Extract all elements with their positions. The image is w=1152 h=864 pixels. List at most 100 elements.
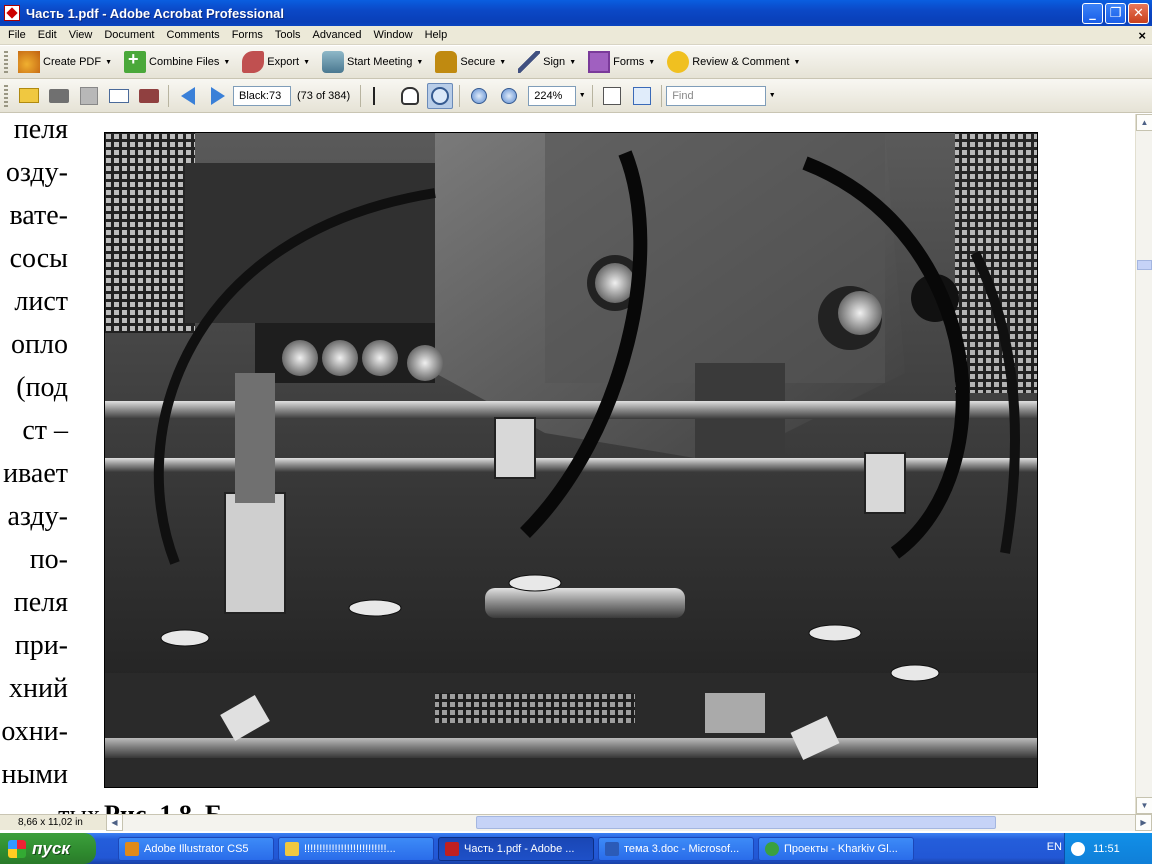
folder-icon [19, 88, 39, 103]
zoom-out-icon [471, 87, 488, 104]
zoom-out-button[interactable] [466, 83, 492, 109]
sign-button[interactable]: Sign ▼ [514, 49, 580, 75]
export-button[interactable]: Export ▼ [238, 49, 314, 75]
text-line: вате- [9, 200, 68, 231]
save-button[interactable] [76, 83, 102, 109]
next-view-button[interactable] [205, 83, 231, 109]
restore-icon: ❐ [1109, 6, 1122, 21]
menu-comments[interactable]: Comments [161, 26, 226, 45]
menu-document[interactable]: Document [98, 26, 160, 45]
page-text-column: пеля озду- вате- сосы лист опло (под ст … [0, 114, 80, 814]
scroll-right-icon[interactable]: ▶ [1135, 814, 1152, 831]
chevron-down-icon: ▼ [569, 58, 577, 66]
acrobat-window: Часть 1.pdf - Adobe Acrobat Professional… [0, 0, 1152, 864]
horizontal-scrollbar[interactable]: ◀ ▶ [106, 814, 1152, 831]
task-chrome[interactable]: Проекты - Kharkiv Gl... [758, 836, 914, 861]
text-line: лист [14, 286, 68, 317]
menu-file[interactable]: File [2, 26, 32, 45]
fit-page-button[interactable] [629, 83, 655, 109]
page-number-field[interactable]: Black:73 [233, 85, 291, 106]
folder-icon [285, 841, 299, 856]
zoom-level-field[interactable]: 224% [528, 85, 577, 106]
task-illustrator[interactable]: Adobe Illustrator CS5 [118, 836, 274, 861]
print-button[interactable] [46, 83, 72, 109]
menu-tools[interactable]: Tools [269, 26, 307, 45]
toolbar-separator [360, 84, 362, 107]
restore-button[interactable]: ❐ [1105, 3, 1126, 24]
start-button[interactable]: пуск [0, 833, 96, 864]
chevron-down-icon: ▼ [648, 58, 656, 66]
text-line: при- [14, 630, 68, 661]
toolbar-grip[interactable] [4, 84, 8, 107]
title-bar[interactable]: Часть 1.pdf - Adobe Acrobat Professional… [0, 0, 1152, 26]
menu-window[interactable]: Window [367, 26, 418, 45]
illustrator-icon [125, 841, 139, 856]
select-tool-button[interactable] [367, 83, 393, 109]
previous-view-button[interactable] [175, 83, 201, 109]
page-count: (73 of 384) [297, 89, 351, 102]
marquee-zoom-button[interactable] [427, 82, 454, 109]
text-line: хний [9, 673, 68, 704]
fit-page-icon [633, 86, 652, 105]
hand-tool-button[interactable] [397, 83, 423, 109]
task-acrobat[interactable]: Часть 1.pdf - Adobe ... [438, 836, 594, 861]
text-line: озду- [5, 157, 68, 188]
horizontal-scroll-thumb[interactable] [476, 815, 996, 829]
open-button[interactable] [16, 83, 42, 109]
start-meeting-button[interactable]: Start Meeting ▼ [318, 49, 427, 75]
zoom-in-button[interactable] [496, 83, 522, 109]
close-icon: ✕ [1133, 6, 1144, 21]
text-line: сосы [9, 243, 68, 274]
scroll-left-icon[interactable]: ◀ [106, 814, 123, 831]
create-pdf-button[interactable]: Create PDF ▼ [14, 49, 116, 75]
combine-files-button[interactable]: Combine Files▼ [120, 49, 234, 75]
minimize-button[interactable]: _ [1082, 3, 1103, 24]
text-line: ными [1, 759, 69, 790]
text-line: ст – [22, 415, 68, 446]
menu-edit[interactable]: Edit [32, 26, 63, 45]
scroll-up-icon[interactable]: ▲ [1136, 114, 1152, 131]
tray-expand-icon[interactable] [1071, 841, 1085, 856]
zoom-dropdown-icon[interactable]: ▼ [576, 86, 588, 106]
acrobat-app-icon[interactable] [4, 5, 20, 21]
fit-width-button[interactable] [599, 83, 625, 109]
chrome-icon [765, 841, 779, 856]
bridge-button[interactable] [136, 83, 162, 109]
menu-view[interactable]: View [63, 26, 99, 45]
minimize-icon: _ [1089, 6, 1096, 21]
menu-forms[interactable]: Forms [226, 26, 269, 45]
navigation-toolbar: Black:73 (73 of 384) 224% ▼ Find ▼ [0, 79, 1152, 113]
toolbar-separator [459, 84, 461, 107]
chevron-down-icon: ▼ [303, 58, 310, 66]
vertical-scroll-thumb[interactable] [1137, 260, 1152, 270]
bridge-icon [139, 88, 159, 103]
fit-width-icon [603, 86, 622, 105]
text-line: опло [11, 329, 68, 360]
scroll-down-icon[interactable]: ▼ [1136, 797, 1152, 814]
document-close-icon[interactable]: × [1138, 26, 1146, 45]
find-field[interactable]: Find [666, 85, 767, 106]
window-title: Часть 1.pdf - Adobe Acrobat Professional [26, 5, 285, 21]
close-button[interactable]: ✕ [1128, 3, 1149, 24]
machine-photograph [104, 132, 1038, 788]
chevron-down-icon: ▼ [416, 58, 424, 66]
find-dropdown-icon[interactable]: ▼ [766, 86, 778, 106]
document-view[interactable]: пеля озду- вате- сосы лист опло (под ст … [0, 114, 1135, 814]
language-indicator[interactable]: EN [1047, 841, 1062, 853]
task-folder[interactable]: !!!!!!!!!!!!!!!!!!!!!!!!!!!... [278, 836, 434, 861]
text-line: охни- [1, 716, 68, 747]
vertical-scrollbar[interactable]: ▲ ▼ [1135, 114, 1152, 814]
menu-advanced[interactable]: Advanced [307, 26, 368, 45]
toolbar-grip[interactable] [4, 51, 8, 73]
email-button[interactable] [106, 83, 132, 109]
hand-icon [401, 86, 420, 105]
task-word[interactable]: тема 3.doc - Microsof... [598, 836, 754, 861]
text-line: (под [16, 372, 68, 403]
text-select-icon [373, 86, 387, 105]
printer-icon [49, 88, 69, 103]
menu-help[interactable]: Help [419, 26, 454, 45]
tasks-toolbar: Create PDF▼ Combine Files▼ Export▼ Start… [0, 46, 1152, 79]
review-comment-button[interactable]: Review & Comment ▼ [663, 49, 804, 75]
secure-button[interactable]: Secure ▼ [431, 49, 510, 75]
forms-button[interactable]: Forms ▼ [584, 49, 659, 75]
